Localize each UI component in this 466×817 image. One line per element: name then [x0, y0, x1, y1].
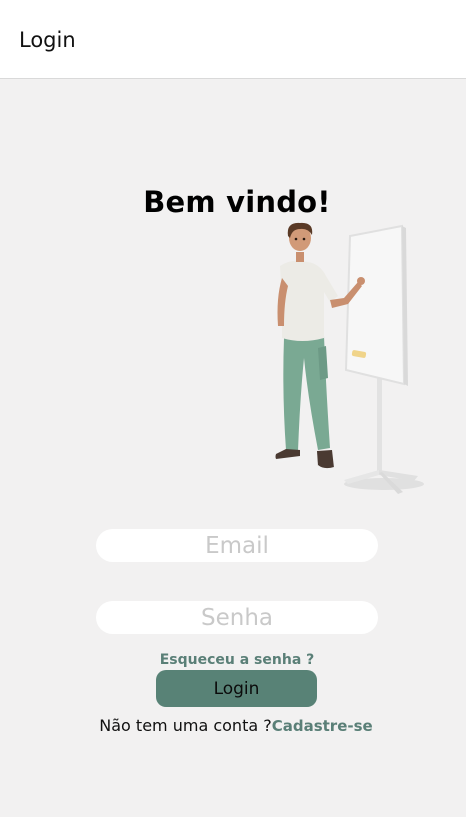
person-presenting-whiteboard-illustration [275, 222, 424, 494]
forgot-password-link[interactable]: Esqueceu a senha ? [0, 652, 466, 668]
email-input[interactable] [96, 529, 378, 562]
header-title: Login [19, 28, 76, 52]
app-header: Login [0, 0, 466, 79]
login-button[interactable]: Login [156, 670, 317, 707]
signup-prompt-line: Não tem uma conta ?Cadastre-se [0, 716, 466, 735]
signup-link[interactable]: Cadastre-se [272, 717, 373, 735]
password-input[interactable] [96, 601, 378, 634]
signup-prompt-text: Não tem uma conta ? [99, 716, 272, 735]
welcome-heading: Bem vindo! [143, 185, 331, 219]
